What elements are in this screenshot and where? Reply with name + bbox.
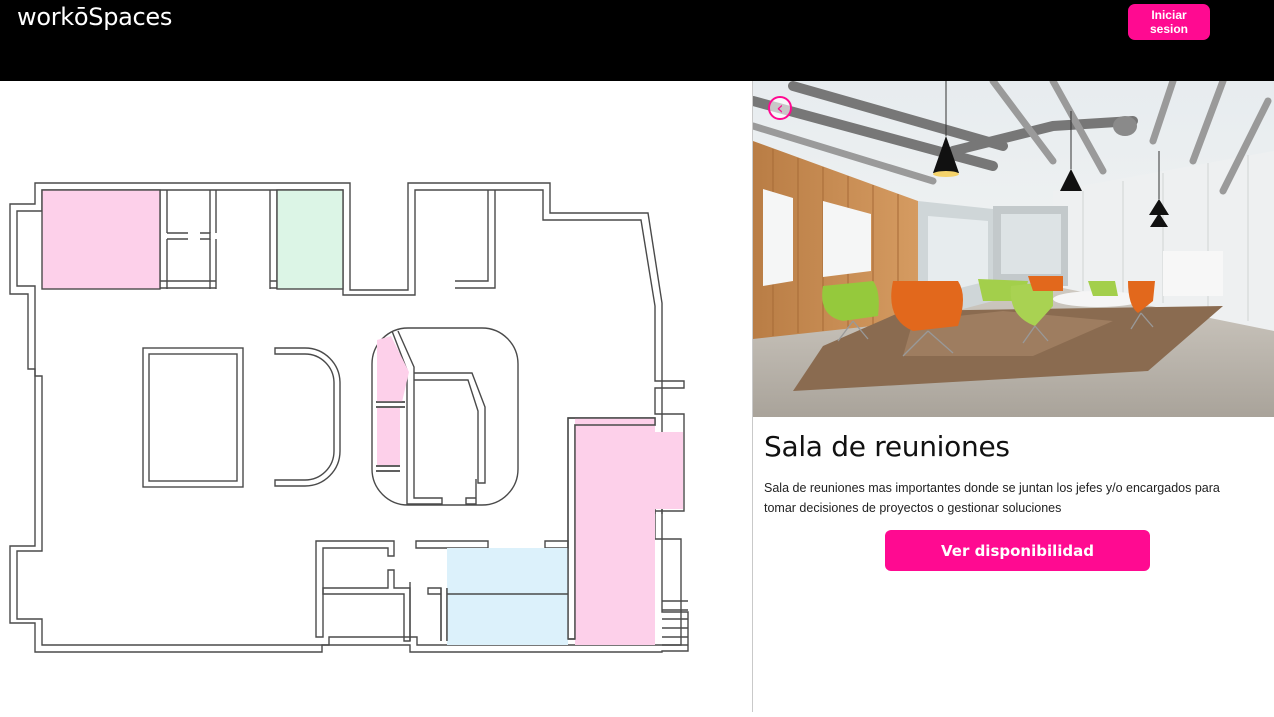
room-title: Sala de reuniones [764, 430, 1010, 463]
room-pink-center-lower[interactable] [377, 408, 400, 465]
brand-logo[interactable]: workōSpaces [17, 3, 172, 31]
floor-plan-drawing [9, 182, 689, 653]
room-pink-right[interactable] [575, 418, 683, 645]
room-photo [753, 81, 1274, 417]
login-button[interactable]: Iniciar sesion [1128, 4, 1210, 40]
check-availability-button[interactable]: Ver disponibilidad [885, 530, 1150, 571]
chevron-left-icon: ‹ [776, 98, 784, 119]
room-detail-panel: ‹ Sala de reuniones Sala de reuniones ma… [753, 81, 1274, 712]
floor-plan [0, 81, 752, 712]
room-blue-bottom[interactable] [447, 548, 568, 645]
top-navbar: workōSpaces Iniciar sesion [0, 0, 1274, 81]
room-green-top[interactable] [277, 190, 343, 289]
room-pink-top-left[interactable] [42, 190, 160, 289]
back-button[interactable]: ‹ [768, 96, 792, 120]
room-description: Sala de reuniones mas importantes donde … [764, 481, 1220, 515]
